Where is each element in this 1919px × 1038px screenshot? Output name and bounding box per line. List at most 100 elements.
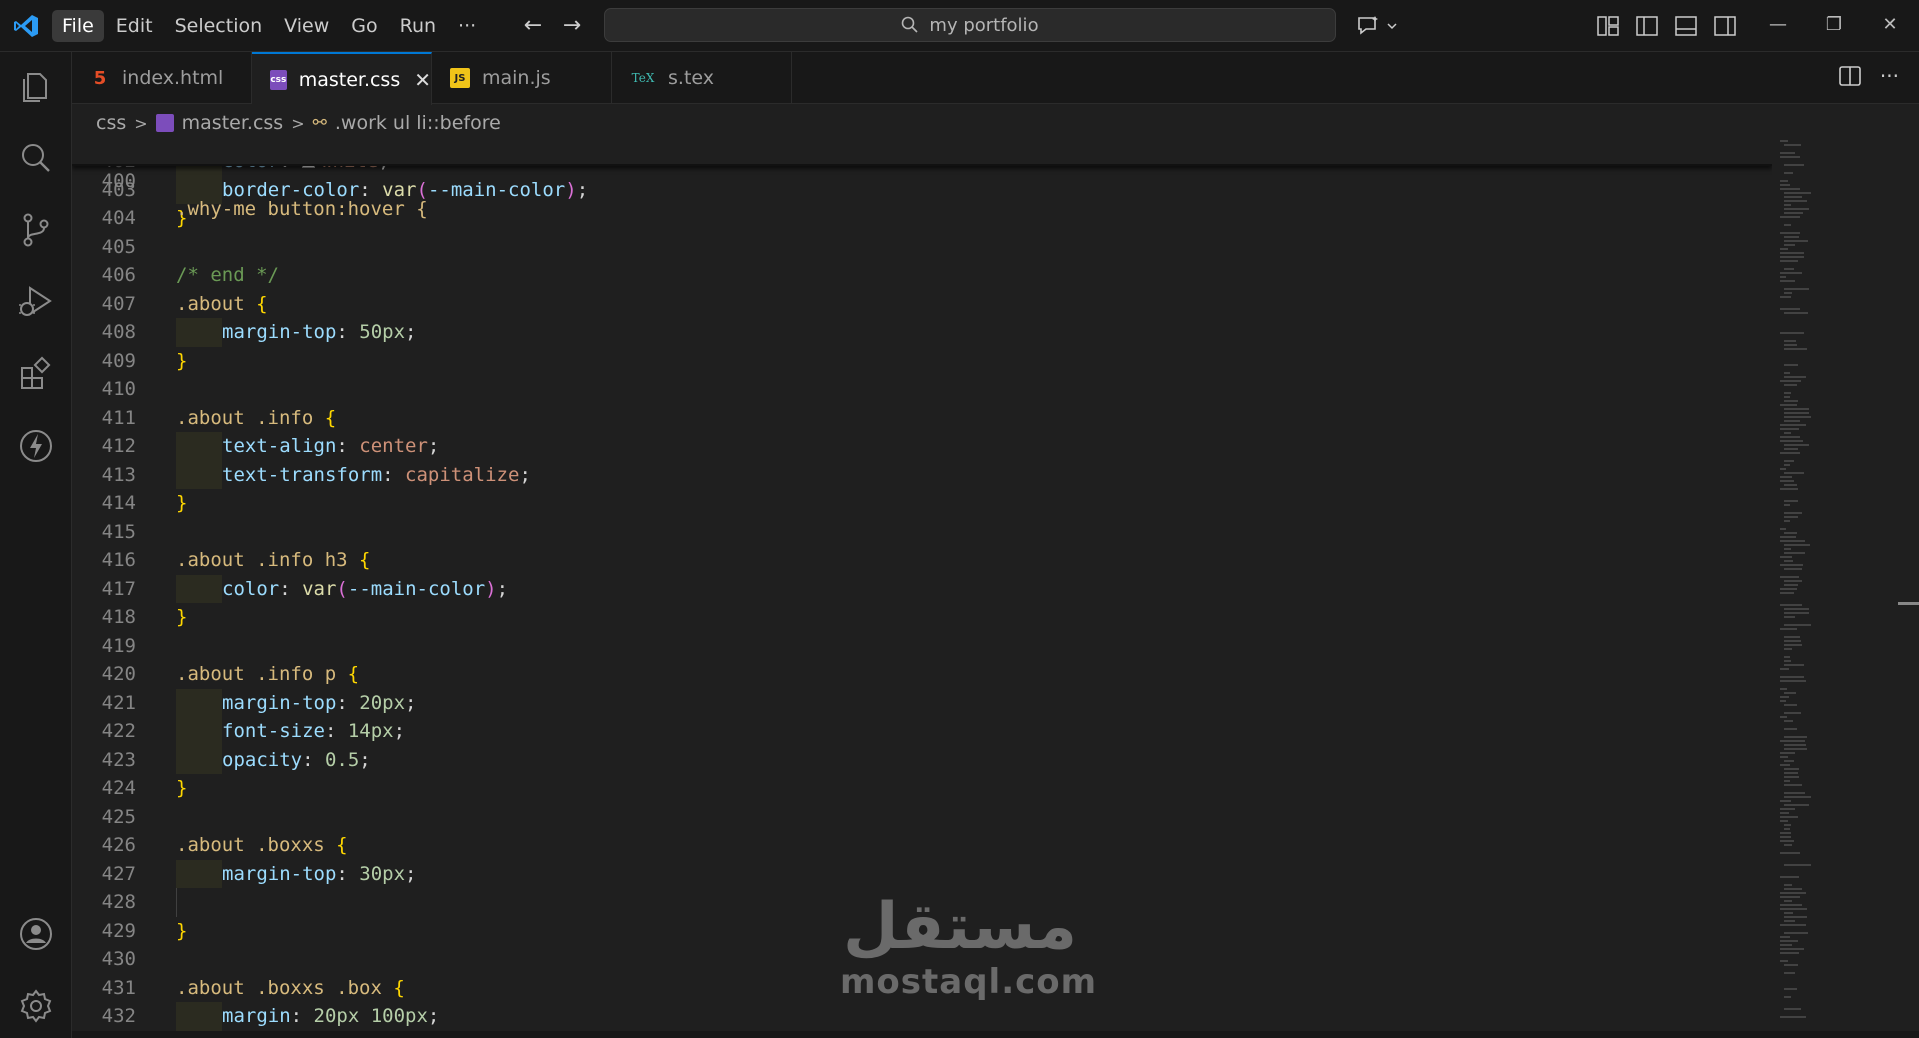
code-line[interactable]: 407 .about { — [72, 290, 1772, 319]
menu-run[interactable]: Run — [390, 10, 446, 42]
minimap-line — [1784, 932, 1808, 934]
minimap-line — [1784, 504, 1790, 506]
code-line[interactable]: 423 opacity: 0.5; — [72, 745, 1772, 774]
minimap-line — [1780, 700, 1786, 702]
code-line[interactable]: 412 text-align: center; — [72, 432, 1772, 461]
scrollbar-position-marker[interactable] — [1898, 602, 1919, 605]
minimap-line — [1784, 568, 1802, 570]
restore-icon[interactable]: ❐ — [1814, 10, 1854, 40]
toggle-secondary-sidebar-icon[interactable] — [1713, 14, 1737, 38]
sticky-scroll-header[interactable]: 400 .why-me button:hover { — [72, 138, 1772, 220]
minimap-line — [1784, 192, 1811, 194]
split-editor-icon[interactable] — [1838, 64, 1862, 88]
code-line[interactable]: 410 — [72, 375, 1772, 404]
menu-file[interactable]: File — [52, 10, 104, 42]
tab-s-tex[interactable]: TeX s.tex — [612, 52, 792, 104]
back-arrow-icon[interactable]: ← — [519, 12, 547, 40]
minimap-line — [1784, 612, 1809, 614]
token: : — [290, 1005, 314, 1027]
code-line[interactable]: 416 .about .info h3 { — [72, 546, 1772, 575]
minimap[interactable] — [1780, 138, 1880, 1031]
copilot-chat-icon[interactable] — [1356, 14, 1400, 38]
minimap-line — [1780, 904, 1802, 906]
token: : — [336, 435, 360, 457]
forward-arrow-icon[interactable]: → — [558, 12, 586, 40]
tab-actions: ··· — [1838, 64, 1899, 88]
code-text: margin: 20px 100px; — [176, 1002, 439, 1031]
code-line[interactable]: 421 margin-top: 20px; — [72, 688, 1772, 717]
code-text — [176, 888, 222, 917]
code-line[interactable]: 419 — [72, 632, 1772, 661]
token: text-align — [222, 435, 337, 457]
toggle-primary-sidebar-icon[interactable] — [1635, 14, 1659, 38]
code-line[interactable]: 425 — [72, 803, 1772, 832]
token: /* end */ — [176, 264, 279, 286]
more-actions-icon[interactable]: ··· — [1880, 64, 1899, 88]
code-line[interactable]: 426 .about .boxxs { — [72, 831, 1772, 860]
line-number: 426 — [101, 834, 136, 856]
account-icon[interactable] — [16, 914, 56, 954]
mostaql-watermark: مستقل mostaql.com — [840, 890, 1096, 1000]
code-line[interactable]: 409} — [72, 347, 1772, 376]
command-center-search[interactable]: my portfolio — [604, 8, 1336, 42]
breadcrumb-file[interactable]: master.css — [182, 112, 284, 134]
menu-view[interactable]: View — [274, 10, 339, 42]
code-line[interactable]: 417 color: var(--main-color); — [72, 574, 1772, 603]
code-line[interactable]: 408 margin-top: 50px; — [72, 318, 1772, 347]
minimap-line — [1784, 912, 1793, 914]
token: ; — [359, 748, 371, 771]
token: --main-color — [427, 178, 566, 201]
code-line[interactable]: 405 — [72, 233, 1772, 262]
menu-selection[interactable]: Selection — [165, 10, 273, 42]
code-line[interactable]: 432 margin: 20px 100px; — [72, 1002, 1772, 1031]
minimap-line — [1780, 188, 1800, 190]
minimap-line — [1784, 268, 1794, 270]
code-line[interactable]: 415 — [72, 518, 1772, 547]
vscode-logo-icon — [14, 15, 38, 37]
settings-gear-icon[interactable] — [16, 986, 56, 1026]
search-view-icon[interactable] — [16, 138, 56, 178]
code-line[interactable]: 414} — [72, 489, 1772, 518]
code-line[interactable]: 422 font-size: 14px; — [72, 717, 1772, 746]
source-control-icon[interactable] — [16, 210, 56, 250]
code-line[interactable]: 413 text-transform: capitalize; — [72, 460, 1772, 489]
code-line[interactable]: 427 margin-top: 30px; — [72, 859, 1772, 888]
close-tab-icon[interactable]: ✕ — [414, 68, 431, 92]
minimize-icon[interactable]: — — [1758, 10, 1798, 40]
minimap-line — [1780, 808, 1795, 810]
menu-edit[interactable]: Edit — [106, 10, 163, 42]
code-line[interactable]: 424} — [72, 774, 1772, 803]
tab-main-js[interactable]: JS main.js — [432, 52, 612, 104]
explorer-icon[interactable] — [16, 66, 56, 106]
tab-index-html[interactable]: 5 index.html — [72, 52, 252, 104]
extensions-icon[interactable] — [16, 354, 56, 394]
token: opacity — [222, 748, 303, 771]
sticky-code: .why-me button:hover { — [176, 198, 428, 220]
tab-master-css[interactable]: css master.css ✕ — [252, 52, 432, 105]
run-debug-icon[interactable] — [16, 282, 56, 322]
token: : — [324, 720, 348, 742]
customize-layout-icon[interactable] — [1596, 14, 1620, 38]
minimap-line — [1780, 556, 1792, 558]
token: .about .boxxs — [176, 834, 325, 856]
token: ) — [485, 577, 497, 600]
line-number: 422 — [101, 720, 136, 742]
code-line[interactable]: 420 .about .info p { — [72, 660, 1772, 689]
lightning-icon[interactable] — [16, 426, 56, 466]
line-number: 429 — [101, 919, 136, 942]
chevron-right-icon: > — [134, 113, 148, 133]
code-line[interactable]: 406 /* end */ — [72, 261, 1772, 290]
minimap-line — [1784, 392, 1791, 394]
minimap-line — [1784, 744, 1806, 746]
menu-go[interactable]: Go — [341, 10, 387, 42]
code-line[interactable]: 418} — [72, 603, 1772, 632]
toggle-panel-icon[interactable] — [1674, 14, 1698, 38]
minimap-line — [1784, 828, 1790, 830]
editor-tabs: 5 index.html css master.css ✕ JS main.js… — [72, 52, 1919, 105]
code-line[interactable]: 411 .about .info { — [72, 404, 1772, 433]
breadcrumb-folder[interactable]: css — [96, 112, 126, 134]
menu-more[interactable]: ··· — [448, 10, 486, 42]
close-window-icon[interactable]: ✕ — [1870, 10, 1910, 40]
breadcrumb-symbol[interactable]: .work ul li::before — [335, 112, 501, 134]
